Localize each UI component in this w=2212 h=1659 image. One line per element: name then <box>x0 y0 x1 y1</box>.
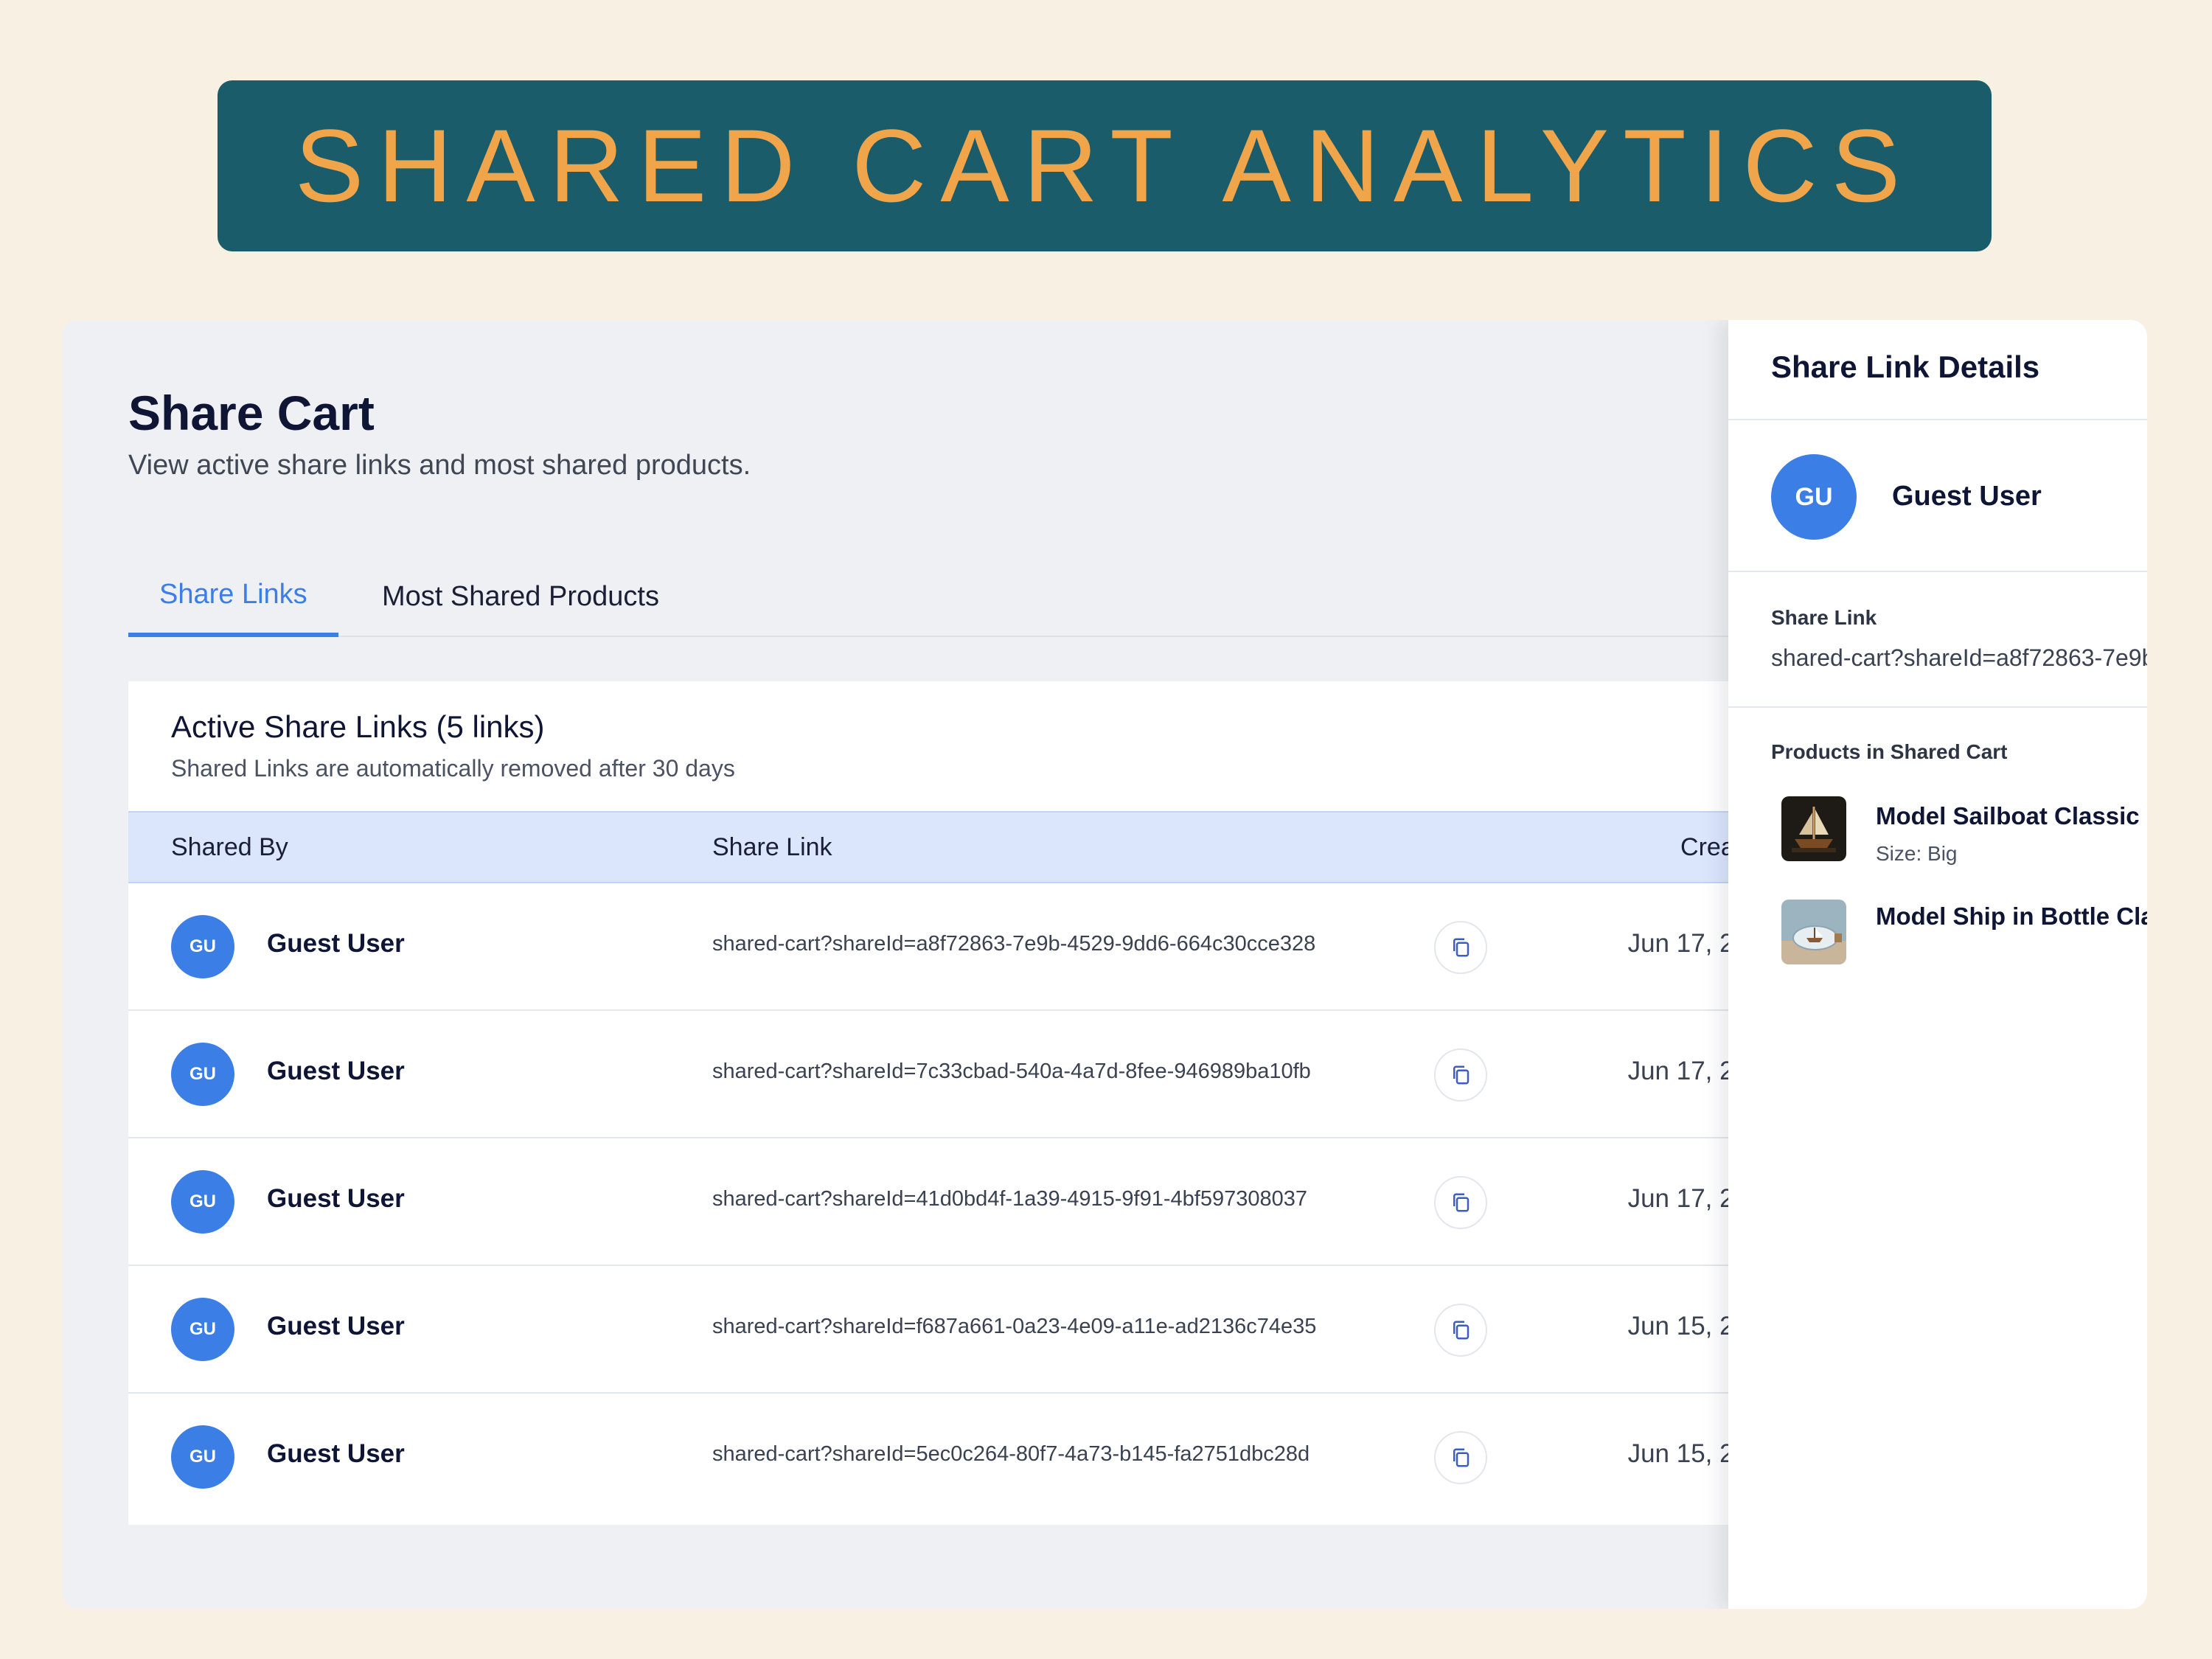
shared-by-name: Guest User <box>267 1184 405 1213</box>
panel-divider <box>1728 706 2147 708</box>
table-header: Shared By Share Link Created <box>128 811 1790 883</box>
share-link-text: shared-cart?shareId=7c33cbad-540a-4a7d-8… <box>712 1060 1311 1083</box>
product-option: Size: Big <box>1876 842 1958 865</box>
share-link-text: shared-cart?shareId=f687a661-0a23-4e09-a… <box>712 1315 1317 1338</box>
avatar: GU <box>171 1298 234 1361</box>
promo-banner: SHARED CART ANALYTICS <box>218 80 1992 251</box>
table-row[interactable]: GU Guest User shared-cart?shareId=41d0bd… <box>128 1138 1790 1266</box>
sailboat-image <box>1781 796 1846 861</box>
panel-share-link[interactable]: shared-cart?shareId=a8f72863-7e9b-4529-9… <box>1771 644 2147 672</box>
copy-link-button[interactable] <box>1434 1304 1487 1357</box>
copy-icon <box>1453 1065 1470 1085</box>
app-window: Share Cart View active share links and m… <box>62 320 2147 1609</box>
table-row[interactable]: GU Guest User shared-cart?shareId=a8f728… <box>128 883 1790 1011</box>
tab-most-shared-products[interactable]: Most Shared Products <box>351 556 690 637</box>
panel-divider <box>1728 571 2147 572</box>
table-row[interactable]: GU Guest User shared-cart?shareId=7c33cb… <box>128 1011 1790 1138</box>
copy-icon <box>1453 1193 1470 1212</box>
active-links-card: Active Share Links (5 links) Shared Link… <box>128 681 1790 1525</box>
shared-by-name: Guest User <box>267 929 405 958</box>
copy-link-button[interactable] <box>1434 1431 1487 1484</box>
column-header-share-link[interactable]: Share Link <box>712 813 832 882</box>
main-content: Share Cart View active share links and m… <box>128 320 1790 1609</box>
ship-in-bottle-image <box>1781 900 1846 964</box>
copy-link-button[interactable] <box>1434 1176 1487 1229</box>
tab-bar: Share Links Most Shared Products <box>128 556 1790 637</box>
column-header-shared-by[interactable]: Shared By <box>171 813 288 882</box>
copy-icon <box>1453 938 1470 957</box>
avatar: GU <box>171 1170 234 1234</box>
table-row[interactable]: GU Guest User shared-cart?shareId=5ec0c2… <box>128 1394 1790 1521</box>
share-link-text: shared-cart?shareId=5ec0c264-80f7-4a73-b… <box>712 1442 1310 1466</box>
shared-by-name: Guest User <box>267 1439 405 1468</box>
share-link-text: shared-cart?shareId=a8f72863-7e9b-4529-9… <box>712 932 1316 956</box>
card-title: Active Share Links (5 links) <box>171 709 545 744</box>
tab-share-links[interactable]: Share Links <box>128 556 338 637</box>
avatar: GU <box>171 915 234 978</box>
copy-icon <box>1453 1448 1470 1467</box>
table-row[interactable]: GU Guest User shared-cart?shareId=f687a6… <box>128 1266 1790 1394</box>
share-link-text: shared-cart?shareId=41d0bd4f-1a39-4915-9… <box>712 1187 1307 1211</box>
shared-by-name: Guest User <box>267 1312 405 1340</box>
banner-title: SHARED CART ANALYTICS <box>294 108 1915 223</box>
copy-link-button[interactable] <box>1434 1048 1487 1102</box>
shared-by-name: Guest User <box>267 1057 405 1085</box>
avatar: GU <box>171 1043 234 1106</box>
avatar: GU <box>1771 454 1857 540</box>
product-thumbnail <box>1781 796 1846 861</box>
product-name[interactable]: Model Ship in Bottle Classic <box>1876 902 2147 931</box>
card-subtitle: Shared Links are automatically removed a… <box>171 755 735 782</box>
copy-icon <box>1453 1321 1470 1340</box>
panel-title: Share Link Details <box>1771 349 2040 384</box>
products-label: Products in Shared Cart <box>1771 740 2008 763</box>
product-name[interactable]: Model Sailboat Classic <box>1876 802 2140 830</box>
avatar: GU <box>171 1425 234 1489</box>
panel-user-name: Guest User <box>1892 481 2042 512</box>
share-link-label: Share Link <box>1771 606 1877 629</box>
page-subtitle: View active share links and most shared … <box>128 450 751 481</box>
share-link-details-panel: Share Link Details GU Guest User Share L… <box>1728 320 2147 1609</box>
panel-divider <box>1728 419 2147 420</box>
page-title: Share Cart <box>128 386 375 440</box>
copy-link-button[interactable] <box>1434 921 1487 974</box>
product-thumbnail <box>1781 900 1846 964</box>
